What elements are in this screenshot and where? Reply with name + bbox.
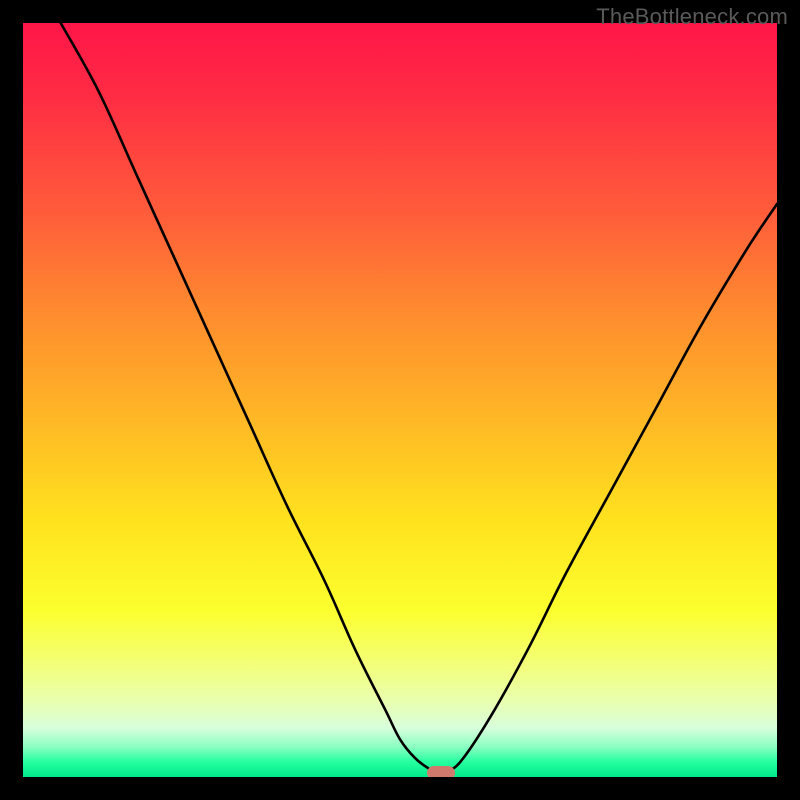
- plot-area: [23, 23, 777, 777]
- bottleneck-curve: [23, 23, 777, 777]
- bottleneck-marker: [427, 766, 455, 777]
- watermark-label: TheBottleneck.com: [596, 4, 788, 30]
- chart-frame: TheBottleneck.com: [0, 0, 800, 800]
